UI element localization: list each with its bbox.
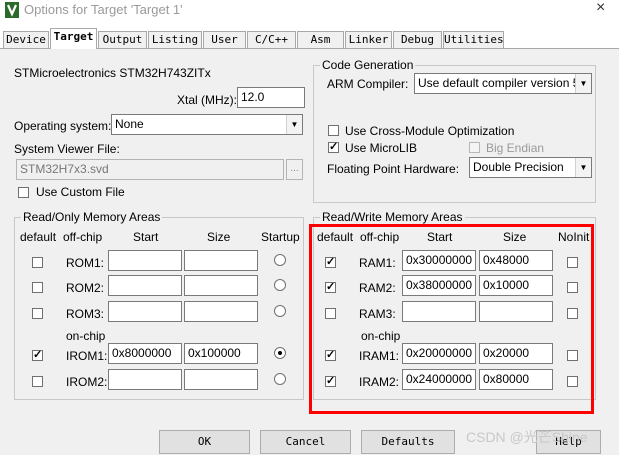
big-endian-checkbox[interactable]: [469, 142, 480, 153]
ro-header-default: default: [20, 230, 57, 244]
ro-startup-radio[interactable]: [274, 279, 286, 291]
fp-value: Double Precision: [473, 160, 564, 174]
highlight-box: [309, 224, 594, 414]
ro-default-checkbox[interactable]: ✓: [32, 350, 43, 361]
ro-start-input[interactable]: 0x8000000: [108, 343, 182, 364]
ro-start-input[interactable]: [108, 250, 182, 271]
tab-utilities[interactable]: Utilities: [443, 31, 504, 48]
ro-region-label: IROM2:: [66, 375, 108, 389]
ro-region-label: ROM2:: [66, 281, 105, 295]
keil-app-icon: [5, 2, 19, 18]
ro-start-input[interactable]: [108, 301, 182, 322]
ro-start-input[interactable]: [108, 275, 182, 296]
ro-size-input[interactable]: [184, 250, 258, 271]
tab-user[interactable]: User: [203, 31, 246, 48]
ro-startup-radio[interactable]: [274, 373, 286, 385]
watermark: CSDN @光芒Shine: [466, 429, 588, 445]
defaults-button[interactable]: Defaults: [361, 430, 455, 454]
ro-default-checkbox[interactable]: [32, 308, 43, 319]
ro-header-size: Size: [207, 230, 231, 244]
fp-label: Floating Point Hardware:: [327, 162, 460, 176]
window-title: Options for Target 'Target 1': [24, 2, 183, 17]
chevron-down-icon: ▼: [575, 158, 591, 177]
close-icon[interactable]: ×: [596, 0, 605, 17]
cross-module-label: Use Cross-Module Optimization: [345, 124, 515, 138]
ro-onchip-label: on-chip: [66, 329, 106, 343]
ro-default-checkbox[interactable]: [32, 282, 43, 293]
rw-memory-title: Read/Write Memory Areas: [320, 210, 465, 224]
os-label: Operating system:: [14, 119, 112, 133]
big-endian-label: Big Endian: [486, 141, 545, 155]
compiler-label: ARM Compiler:: [327, 77, 409, 91]
microlib-checkbox[interactable]: ✓: [328, 142, 339, 153]
svf-label: System Viewer File:: [14, 142, 120, 156]
tab-asm[interactable]: Asm: [297, 31, 344, 48]
ro-region-label: ROM3:: [66, 307, 105, 321]
ro-region-label: ROM1:: [66, 256, 105, 270]
device-name: STMicroelectronics STM32H743ZITx: [14, 66, 211, 80]
ro-header-startup: Startup: [261, 230, 300, 244]
code-generation-title: Code Generation: [320, 58, 416, 72]
ro-memory-title: Read/Only Memory Areas: [21, 210, 163, 224]
compiler-select[interactable]: Use default compiler version 5 ▼: [414, 73, 592, 94]
ro-size-input[interactable]: [184, 369, 258, 390]
tab-target[interactable]: Target: [50, 28, 97, 49]
tab-device[interactable]: Device: [3, 31, 49, 48]
compiler-value: Use default compiler version 5: [418, 76, 580, 90]
ro-header-start: Start: [133, 230, 159, 244]
chevron-down-icon: ▼: [575, 74, 591, 93]
ro-startup-radio[interactable]: [274, 254, 286, 266]
radio-dot: [278, 351, 282, 355]
custom-file-label: Use Custom File: [36, 185, 125, 199]
microlib-label: Use MicroLIB: [345, 141, 418, 155]
tab-linker[interactable]: Linker: [345, 31, 392, 48]
tab-c-c-[interactable]: C/C++: [247, 31, 296, 48]
ro-startup-radio[interactable]: [274, 305, 286, 317]
ro-default-checkbox[interactable]: [32, 257, 43, 268]
svf-input[interactable]: STM32H7x3.svd: [16, 159, 284, 180]
custom-file-checkbox[interactable]: [18, 187, 29, 198]
ro-region-label: IROM1:: [66, 349, 108, 363]
os-select[interactable]: None ▼: [111, 114, 303, 135]
xtal-input[interactable]: 12.0: [237, 87, 305, 108]
ro-default-checkbox[interactable]: [32, 376, 43, 387]
cancel-button[interactable]: Cancel: [260, 430, 351, 454]
tab-output[interactable]: Output: [98, 31, 147, 48]
xtal-label: Xtal (MHz):: [177, 93, 237, 107]
ro-header-offchip: off-chip: [63, 230, 103, 244]
os-value: None: [115, 117, 144, 131]
ro-size-input[interactable]: 0x100000: [184, 343, 258, 364]
ro-size-input[interactable]: [184, 275, 258, 296]
ok-button[interactable]: OK: [159, 430, 250, 454]
ro-size-input[interactable]: [184, 301, 258, 322]
cross-module-checkbox[interactable]: [328, 125, 339, 136]
fp-select[interactable]: Double Precision ▼: [469, 157, 592, 178]
svf-browse-button[interactable]: ...: [286, 159, 303, 180]
ro-start-input[interactable]: [108, 369, 182, 390]
ro-startup-radio[interactable]: [274, 347, 286, 359]
chevron-down-icon: ▼: [286, 115, 302, 134]
tab-listing[interactable]: Listing: [148, 31, 202, 48]
tab-debug[interactable]: Debug: [393, 31, 442, 48]
